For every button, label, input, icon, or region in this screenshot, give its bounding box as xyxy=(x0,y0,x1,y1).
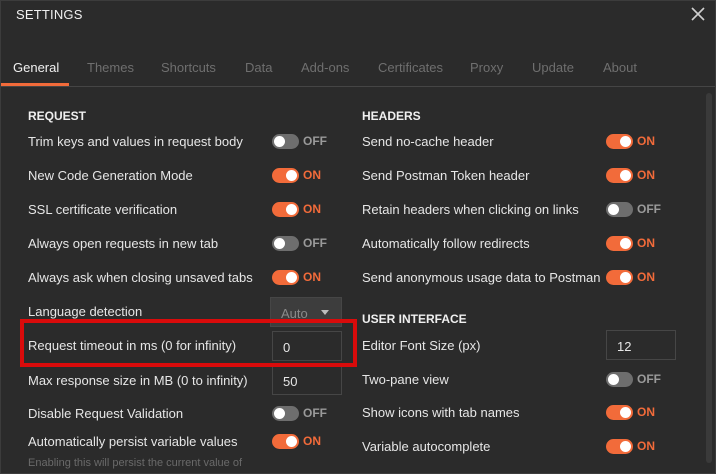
toggle-switch xyxy=(272,134,299,149)
toggle-state-text: OFF xyxy=(303,236,327,250)
setting-label-request-timeout: Request timeout in ms (0 for infinity) xyxy=(28,338,237,353)
toggle-switch xyxy=(606,405,633,420)
toggle-switch xyxy=(272,406,299,421)
setting-label-language-detection: Language detection xyxy=(28,304,143,319)
persist-variables-hint: Enabling this will persist the current v… xyxy=(28,457,242,469)
toggle-state-text: ON xyxy=(303,270,321,284)
toggle-persist-variables[interactable]: ON xyxy=(272,434,332,450)
tab-general[interactable]: General xyxy=(13,60,59,75)
toggle-switch xyxy=(272,236,299,251)
toggle-ssl-verification[interactable]: ON xyxy=(272,202,332,218)
toggle-state-text: ON xyxy=(303,168,321,182)
toggle-state-text: ON xyxy=(303,202,321,216)
settings-window: SETTINGS General Themes Shortcuts Data A… xyxy=(0,0,716,474)
tab-proxy[interactable]: Proxy xyxy=(470,60,503,75)
toggle-postman-token[interactable]: ON xyxy=(606,168,666,184)
setting-label-two-pane: Two-pane view xyxy=(362,372,449,387)
toggle-switch xyxy=(272,202,299,217)
tab-certificates[interactable]: Certificates xyxy=(378,60,443,75)
toggle-state-text: ON xyxy=(637,405,655,419)
setting-label-tab-icons: Show icons with tab names xyxy=(362,405,520,420)
toggle-switch xyxy=(606,372,633,387)
toggle-switch xyxy=(606,270,633,285)
tab-add-ons[interactable]: Add-ons xyxy=(301,60,349,75)
toggle-switch xyxy=(606,134,633,149)
setting-label-trim-keys: Trim keys and values in request body xyxy=(28,134,243,149)
window-title: SETTINGS xyxy=(16,7,83,22)
toggle-state-text: OFF xyxy=(637,202,661,216)
request-section-title: REQUEST xyxy=(28,109,87,123)
user-interface-section-title: USER INTERFACE xyxy=(362,312,467,326)
setting-label-persist-variables: Automatically persist variable values xyxy=(28,434,238,449)
toggle-variable-autocomplete[interactable]: ON xyxy=(606,439,666,455)
setting-label-ask-unsaved: Always ask when closing unsaved tabs xyxy=(28,270,253,285)
setting-label-open-new-tab: Always open requests in new tab xyxy=(28,236,219,251)
tab-data[interactable]: Data xyxy=(245,60,272,75)
toggle-usage-data[interactable]: ON xyxy=(606,270,666,286)
editor-font-size-input[interactable]: 12 xyxy=(606,330,676,360)
setting-label-postman-token: Send Postman Token header xyxy=(362,168,530,183)
toggle-state-text: ON xyxy=(637,168,655,182)
toggle-state-text: ON xyxy=(637,270,655,284)
toggle-switch xyxy=(606,202,633,217)
toggle-no-cache[interactable]: ON xyxy=(606,134,666,150)
toggle-open-new-tab[interactable]: OFF xyxy=(272,236,332,252)
toggle-switch xyxy=(272,434,299,449)
toggle-trim-keys[interactable]: OFF xyxy=(272,134,332,150)
settings-tabs: General Themes Shortcuts Data Add-ons Ce… xyxy=(1,47,715,87)
toggle-tab-icons[interactable]: ON xyxy=(606,405,666,421)
tab-update[interactable]: Update xyxy=(532,60,574,75)
setting-label-usage-data: Send anonymous usage data to Postman xyxy=(362,270,601,285)
setting-label-follow-redirects: Automatically follow redirects xyxy=(362,236,530,251)
toggle-switch xyxy=(272,168,299,183)
setting-label-disable-validation: Disable Request Validation xyxy=(28,406,184,421)
tab-shortcuts[interactable]: Shortcuts xyxy=(161,60,216,75)
close-icon[interactable] xyxy=(689,5,707,23)
tab-themes[interactable]: Themes xyxy=(87,60,134,75)
toggle-state-text: ON xyxy=(637,439,655,453)
toggle-switch xyxy=(272,270,299,285)
toggle-state-text: ON xyxy=(303,434,321,448)
settings-scrollbar[interactable] xyxy=(706,93,712,463)
request-timeout-input[interactable]: 0 xyxy=(272,331,342,361)
toggle-switch xyxy=(606,236,633,251)
headers-section-title: HEADERS xyxy=(362,109,421,123)
toggle-disable-validation[interactable]: OFF xyxy=(272,406,332,422)
toggle-code-generation[interactable]: ON xyxy=(272,168,332,184)
toggle-retain-headers[interactable]: OFF xyxy=(606,202,666,218)
toggle-switch xyxy=(606,439,633,454)
language-detection-select[interactable]: Auto xyxy=(270,297,342,327)
language-detection-value: Auto xyxy=(281,306,308,321)
toggle-state-text: ON xyxy=(637,236,655,250)
active-tab-indicator xyxy=(1,83,69,86)
toggle-state-text: OFF xyxy=(303,406,327,420)
toggle-ask-unsaved[interactable]: ON xyxy=(272,270,332,286)
setting-label-font-size: Editor Font Size (px) xyxy=(362,338,481,353)
toggle-two-pane[interactable]: OFF xyxy=(606,372,666,388)
setting-label-variable-autocomplete: Variable autocomplete xyxy=(362,439,491,454)
title-bar: SETTINGS xyxy=(1,1,715,45)
chevron-down-icon xyxy=(321,310,329,315)
setting-label-no-cache: Send no-cache header xyxy=(362,134,494,149)
setting-label-ssl-verification: SSL certificate verification xyxy=(28,202,178,217)
toggle-switch xyxy=(606,168,633,183)
max-response-size-input[interactable]: 50 xyxy=(272,365,342,395)
tab-about[interactable]: About xyxy=(603,60,637,75)
setting-label-retain-headers: Retain headers when clicking on links xyxy=(362,202,579,217)
setting-label-max-response: Max response size in MB (0 to infinity) xyxy=(28,373,248,388)
setting-label-code-generation: New Code Generation Mode xyxy=(28,168,193,183)
toggle-state-text: OFF xyxy=(637,372,661,386)
toggle-follow-redirects[interactable]: ON xyxy=(606,236,666,252)
toggle-state-text: ON xyxy=(637,134,655,148)
toggle-state-text: OFF xyxy=(303,134,327,148)
